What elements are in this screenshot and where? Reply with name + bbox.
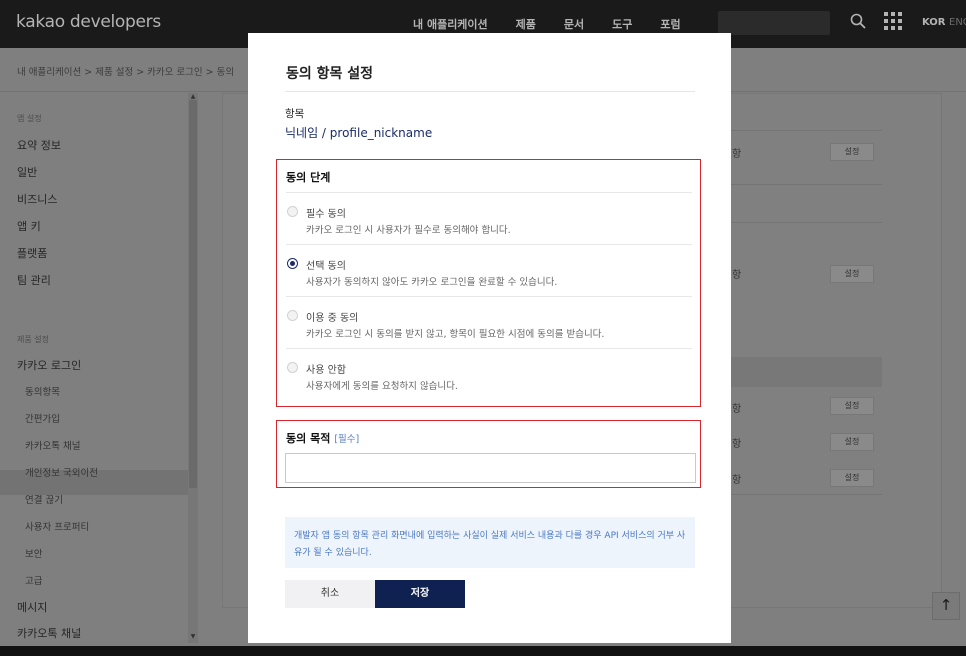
sidebar-item-message[interactable]: 메시지 [17, 599, 47, 615]
stage-divider [286, 296, 692, 297]
nav-item-my-apps[interactable]: 내 애플리케이션 [413, 16, 488, 32]
stage-divider [286, 244, 692, 245]
notice-text: 개발자 앱 동의 항목 관리 화면내에 입력하는 사실이 실제 서비스 내용과 … [294, 531, 686, 558]
sidebar-item-kakao-login[interactable]: 카카오 로그인 [17, 357, 81, 373]
purpose-label: 동의 목적 [286, 432, 331, 445]
consent-option-not-used[interactable]: 사용 안함 사용자에게 동의를 요청하지 않습니다. [286, 352, 692, 402]
bg-row-text: 항 [732, 149, 742, 160]
sidebar-scroll-thumb[interactable] [189, 100, 197, 488]
modal-title: 동의 항목 설정 [286, 66, 374, 82]
item-label: 항목 [285, 108, 305, 120]
consent-option-optional[interactable]: 선택 동의 사용자가 동의하지 않아도 카카오 로그인을 완료할 수 있습니다. [286, 248, 692, 298]
option-description: 카카오 로그인 시 동의를 받지 않고, 항목이 필요한 시점에 동의를 받습니… [306, 329, 605, 340]
bg-set-button[interactable]: 설정 [830, 265, 874, 283]
option-title: 사용 안함 [306, 365, 346, 376]
consent-option-required[interactable]: 필수 동의 카카오 로그인 시 사용자가 필수로 동의해야 합니다. [286, 196, 692, 246]
scroll-to-top-button[interactable]: ↑ [932, 592, 960, 620]
sidebar-sub-consent-items[interactable]: 동의항목 [25, 384, 60, 398]
radio-in-use[interactable] [287, 310, 298, 321]
nav-search-field[interactable] [718, 11, 830, 35]
modal-divider [285, 91, 695, 92]
option-description: 사용자가 동의하지 않아도 카카오 로그인을 완료할 수 있습니다. [306, 277, 558, 288]
bg-divider [730, 130, 882, 131]
option-description: 카카오 로그인 시 사용자가 필수로 동의해야 합니다. [306, 225, 511, 236]
radio-required[interactable] [287, 206, 298, 217]
bg-divider [730, 222, 882, 223]
language-switch[interactable]: KOR ENG [922, 17, 966, 28]
consent-purpose-section: 동의 목적 [필수] [276, 420, 701, 488]
save-button[interactable]: 저장 [375, 580, 465, 608]
bg-set-button[interactable]: 설정 [830, 143, 874, 161]
sidebar-item-general[interactable]: 일반 [17, 164, 37, 180]
bg-divider [730, 184, 882, 185]
bg-set-button[interactable]: 설정 [830, 397, 874, 415]
scroll-down-arrow-icon[interactable]: ▼ [189, 633, 197, 640]
nav-item-forum[interactable]: 포럼 [660, 16, 680, 32]
sidebar-sub-user-property[interactable]: 사용자 프로퍼티 [25, 519, 89, 533]
sidebar-item-talk-channel[interactable]: 카카오톡 채널 [17, 625, 81, 641]
sidebar-item-business[interactable]: 비즈니스 [17, 191, 57, 207]
sidebar: 앱 설정 요약 정보 일반 비즈니스 앱 키 플랫폼 팀 관리 제품 설정 카카… [0, 93, 200, 656]
nav-item-docs[interactable]: 문서 [564, 16, 584, 32]
consent-stage-section: 동의 단계 필수 동의 카카오 로그인 시 사용자가 필수로 동의해야 합니다.… [276, 159, 701, 407]
radio-optional-selected[interactable] [287, 258, 298, 269]
required-badge: [필수] [334, 434, 360, 445]
sidebar-sub-overseas-transfer[interactable]: 개인정보 국외이전 [25, 465, 98, 479]
lang-kor[interactable]: KOR [922, 17, 946, 28]
sidebar-item-summary[interactable]: 요약 정보 [17, 137, 61, 153]
item-value: 닉네임 / profile_nickname [285, 126, 433, 140]
consent-option-in-use[interactable]: 이용 중 동의 카카오 로그인 시 동의를 받지 않고, 항목이 필요한 시점에… [286, 300, 692, 350]
bg-row-text: 항 [732, 439, 742, 450]
bottom-bar [0, 646, 966, 656]
brand-logo[interactable]: kakao developers [16, 12, 161, 32]
cancel-button[interactable]: 취소 [285, 580, 375, 608]
lang-eng[interactable]: ENG [949, 17, 966, 28]
bg-row-text: 항 [732, 404, 742, 415]
sidebar-sub-simple-signup[interactable]: 간편가입 [25, 411, 60, 425]
bg-table-header [730, 357, 882, 387]
stage-divider [286, 348, 692, 349]
bg-divider [730, 494, 882, 495]
consent-purpose-input[interactable] [285, 453, 696, 483]
option-title: 선택 동의 [306, 261, 346, 272]
radio-not-used[interactable] [287, 362, 298, 373]
nav-menu: 내 애플리케이션 제품 문서 도구 포럼 [413, 16, 681, 32]
sidebar-sub-advanced[interactable]: 고급 [25, 573, 42, 587]
sidebar-item-platform[interactable]: 플랫폼 [17, 245, 47, 261]
apps-grid-icon[interactable] [884, 12, 902, 30]
sidebar-item-team[interactable]: 팀 관리 [17, 272, 51, 288]
sidebar-sub-security[interactable]: 보안 [25, 546, 42, 560]
bg-row-text: 항 [732, 270, 742, 281]
sidebar-group-app-settings: 앱 설정 [17, 114, 42, 123]
sidebar-sub-unlink[interactable]: 연결 끊기 [25, 492, 63, 506]
search-icon[interactable] [850, 13, 866, 29]
nav-item-tools[interactable]: 도구 [612, 16, 632, 32]
sidebar-sub-talk-channel[interactable]: 카카오톡 채널 [25, 438, 80, 452]
bg-row-text: 항 [732, 475, 742, 486]
option-description: 사용자에게 동의를 요청하지 않습니다. [306, 381, 458, 392]
stage-divider [286, 192, 692, 193]
sidebar-item-app-keys[interactable]: 앱 키 [17, 218, 41, 234]
bg-set-button[interactable]: 설정 [830, 469, 874, 487]
scroll-up-arrow-icon[interactable]: ▲ [189, 93, 197, 100]
option-title: 이용 중 동의 [306, 313, 359, 324]
bg-set-button[interactable]: 설정 [830, 433, 874, 451]
breadcrumb: 내 애플리케이션 > 제품 설정 > 카카오 로그인 > 동의 [17, 67, 235, 78]
consent-purpose-title: 동의 목적 [필수] [286, 430, 359, 446]
option-title: 필수 동의 [306, 209, 346, 220]
consent-settings-modal: 동의 항목 설정 항목 닉네임 / profile_nickname 동의 단계… [248, 33, 731, 643]
sidebar-group-product-settings: 제품 설정 [17, 335, 49, 344]
nav-item-products[interactable]: 제품 [516, 16, 536, 32]
notice-box: 개발자 앱 동의 항목 관리 화면내에 입력하는 사실이 실제 서비스 내용과 … [285, 517, 695, 568]
consent-stage-title: 동의 단계 [286, 171, 331, 184]
